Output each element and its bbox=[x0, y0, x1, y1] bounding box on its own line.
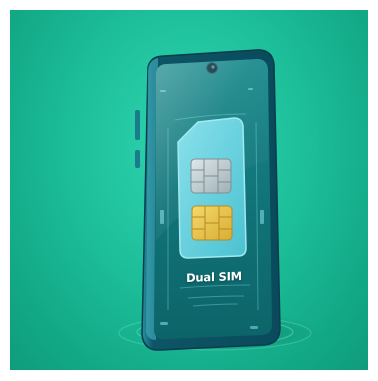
power-button bbox=[135, 150, 140, 168]
illustration-canvas: Dual SIM bbox=[10, 10, 368, 370]
dual-sim-caption: Dual SIM bbox=[186, 269, 242, 285]
volume-button bbox=[135, 110, 140, 140]
sim-chip-gold-icon bbox=[191, 205, 233, 241]
phone-illustration bbox=[118, 49, 317, 352]
image-frame: Dual SIM bbox=[0, 0, 378, 381]
sim-chip-silver-icon bbox=[190, 158, 232, 194]
